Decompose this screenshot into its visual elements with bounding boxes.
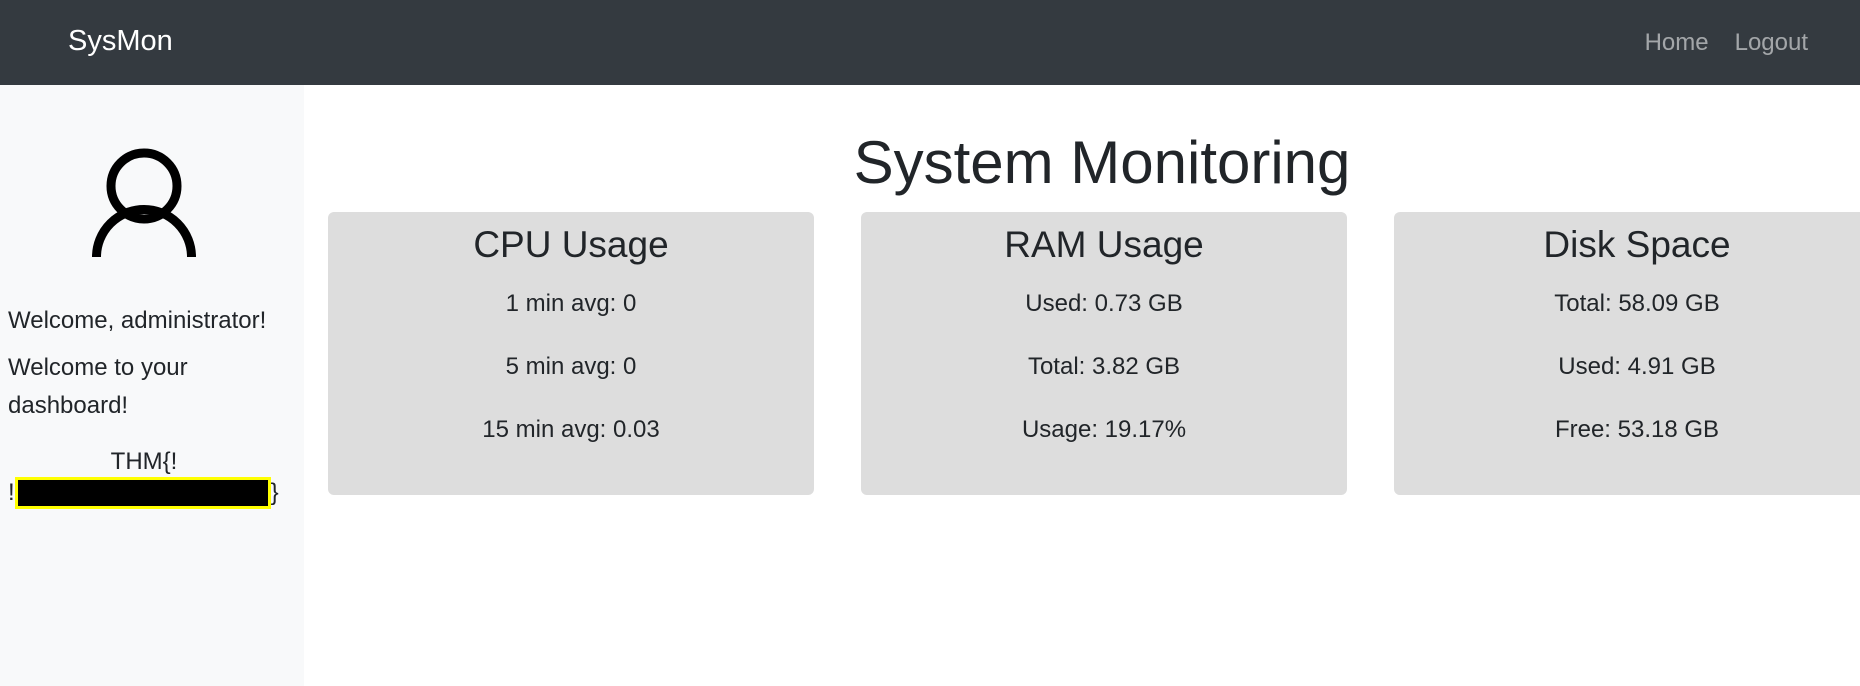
ram-usage-percent: Usage: 19.17% bbox=[1021, 416, 1187, 443]
welcome-user-text: Welcome, administrator! bbox=[8, 307, 267, 334]
brand-link[interactable]: SysMon bbox=[68, 0, 173, 85]
card-title: Disk Space bbox=[1543, 224, 1731, 265]
disk-free: Free: 53.18 GB bbox=[1554, 416, 1720, 443]
cpu-1min-avg: 1 min avg: 0 bbox=[505, 290, 637, 317]
disk-used: Used: 4.91 GB bbox=[1558, 353, 1716, 380]
cpu-5min-avg: 5 min avg: 0 bbox=[505, 353, 637, 380]
ram-total: Total: 3.82 GB bbox=[1027, 353, 1181, 380]
disk-space-card: Disk Space Total: 58.09 GB Used: 4.91 GB… bbox=[1394, 212, 1860, 495]
nav-link-home[interactable]: Home bbox=[1645, 29, 1709, 57]
ram-used: Used: 0.73 GB bbox=[1025, 290, 1183, 317]
welcome-dashboard-text: Welcome to your dashboard! bbox=[8, 354, 188, 419]
user-icon bbox=[92, 148, 196, 257]
sidebar: Welcome, administrator! Welcome to your … bbox=[0, 85, 304, 686]
card-title: RAM Usage bbox=[1004, 224, 1204, 265]
disk-total: Total: 58.09 GB bbox=[1554, 290, 1720, 317]
flag-lead: ! bbox=[8, 479, 15, 506]
flag-redaction-box bbox=[14, 477, 271, 509]
navbar: SysMon Home Logout bbox=[0, 0, 1860, 85]
page-title: System Monitoring bbox=[853, 129, 1351, 196]
nav-links: Home Logout bbox=[1619, 0, 1808, 85]
cpu-15min-avg: 15 min avg: 0.03 bbox=[482, 416, 660, 443]
nav-link-logout[interactable]: Logout bbox=[1735, 29, 1808, 57]
flag-value: !} bbox=[8, 477, 279, 509]
flag-prefix: THM{! bbox=[110, 448, 178, 475]
card-title: CPU Usage bbox=[473, 224, 669, 265]
main-content: System Monitoring CPU Usage 1 min avg: 0… bbox=[304, 85, 1860, 686]
flag-suffix: } bbox=[270, 479, 279, 506]
ram-usage-card: RAM Usage Used: 0.73 GB Total: 3.82 GB U… bbox=[861, 212, 1347, 495]
cpu-usage-card: CPU Usage 1 min avg: 0 5 min avg: 0 15 m… bbox=[328, 212, 814, 495]
